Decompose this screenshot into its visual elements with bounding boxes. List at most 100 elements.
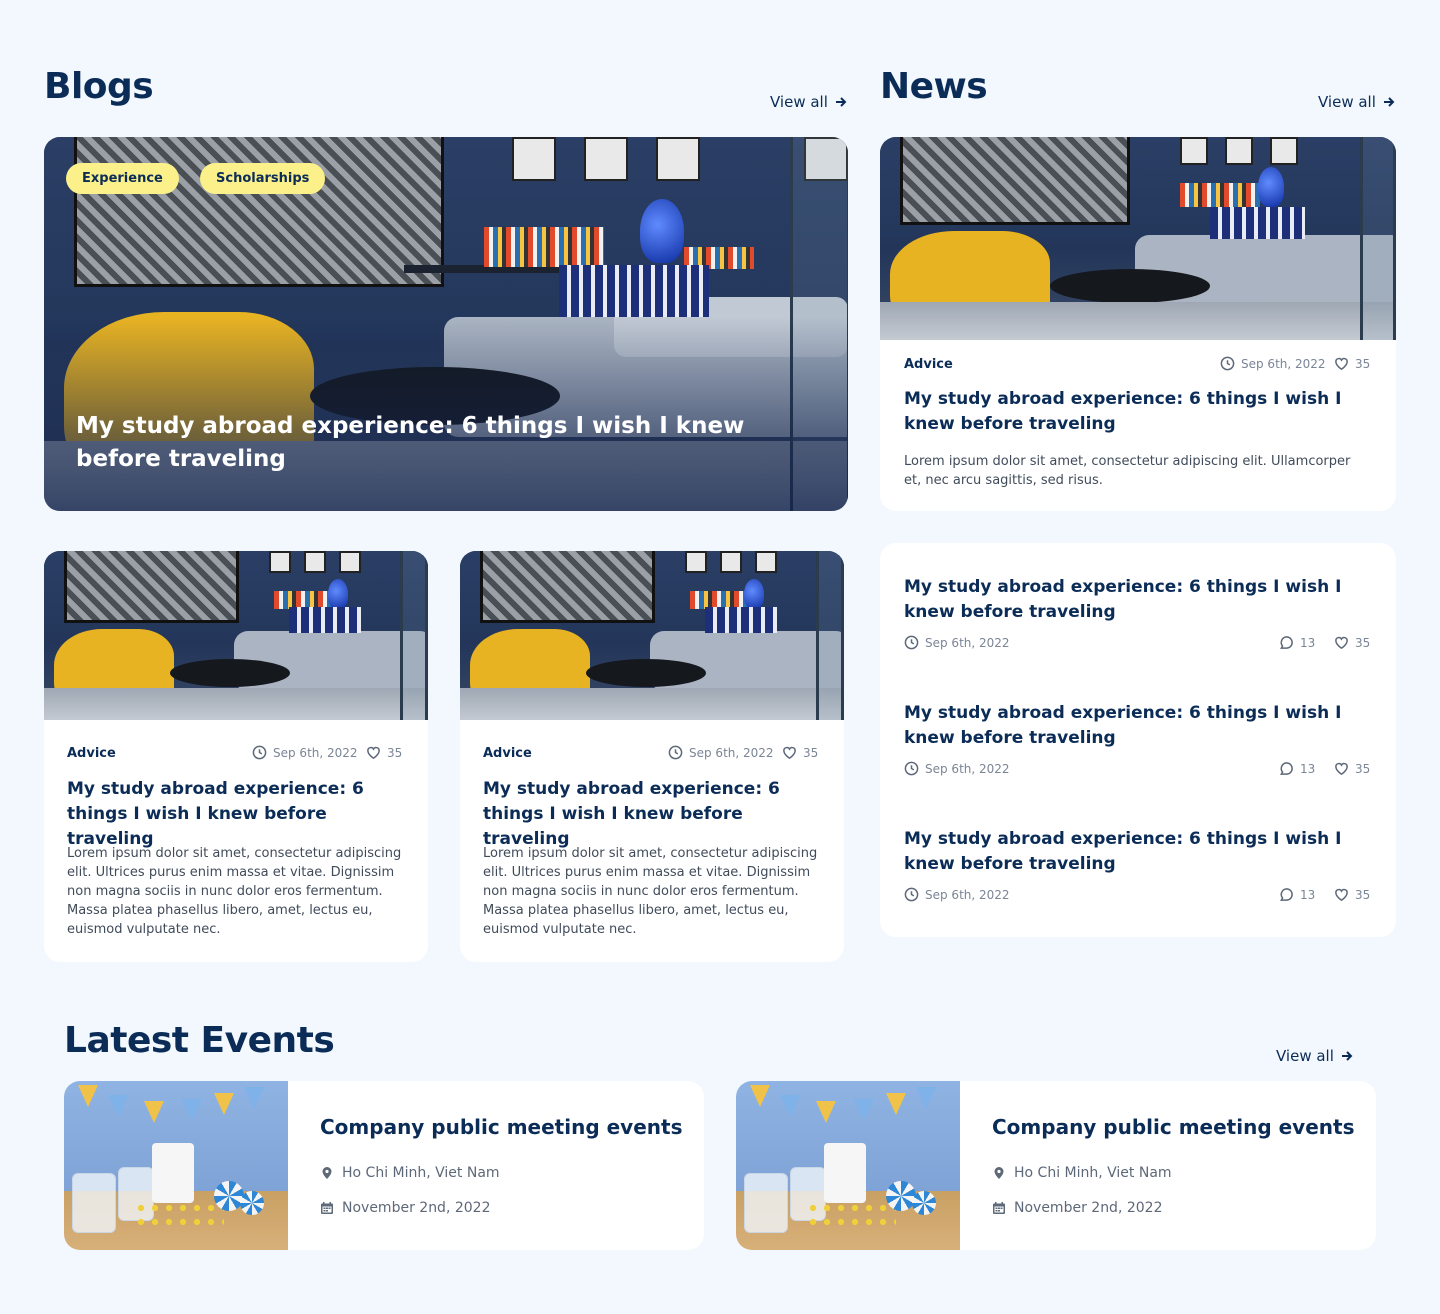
blog-card-category[interactable]: Advice — [483, 746, 532, 761]
likes-count: 35 — [1355, 761, 1371, 776]
date-text: Sep 6th, 2022 — [925, 761, 1010, 776]
tag-experience[interactable]: Experience — [66, 163, 179, 194]
news-list-item[interactable]: My study abroad experience: 6 things I w… — [904, 575, 1374, 650]
date-text: Sep 6th, 2022 — [273, 745, 358, 760]
comment-icon — [1280, 762, 1293, 775]
arrow-right-icon — [1341, 1051, 1353, 1061]
likes-count: 35 — [1355, 635, 1371, 650]
date-text: Sep 6th, 2022 — [925, 887, 1010, 902]
news-featured-card[interactable]: Advice Sep 6th, 2022 35 My study abroad … — [880, 137, 1396, 511]
blogs-title: Blogs — [44, 66, 154, 107]
comments-count: 13 — [1300, 635, 1316, 650]
blog-card-title[interactable]: My study abroad experience: 6 things I w… — [483, 777, 828, 852]
arrow-right-icon — [1383, 97, 1395, 107]
news-featured-date: Sep 6th, 2022 — [1220, 356, 1326, 371]
events-view-all-link[interactable]: View all — [1276, 1047, 1354, 1065]
news-item-title[interactable]: My study abroad experience: 6 things I w… — [904, 827, 1374, 877]
news-item-date: Sep 6th, 2022 — [904, 761, 1010, 776]
map-pin-icon — [994, 1167, 1004, 1179]
comments-count: 13 — [1300, 761, 1316, 776]
event-card[interactable]: Company public meeting events Ho Chi Min… — [736, 1081, 1376, 1250]
event-image — [736, 1081, 960, 1250]
tag-scholarships[interactable]: Scholarships — [200, 163, 326, 194]
likes-count: 35 — [1355, 887, 1371, 902]
news-list-card: My study abroad experience: 6 things I w… — [880, 543, 1396, 937]
heart-icon — [1335, 636, 1348, 649]
arrow-right-icon — [835, 97, 847, 107]
likes-count: 35 — [803, 745, 819, 760]
clock-icon — [904, 635, 919, 650]
heart-icon — [1335, 762, 1348, 775]
blog-card-category[interactable]: Advice — [67, 746, 116, 761]
blogs-view-all-link[interactable]: View all — [770, 93, 848, 111]
news-item-comments[interactable]: 13 — [1279, 761, 1315, 776]
blog-card-image — [460, 551, 844, 720]
news-featured-excerpt: Lorem ipsum dolor sit amet, consectetur … — [904, 454, 1351, 488]
heart-icon — [1335, 888, 1348, 901]
date-text: Sep 6th, 2022 — [925, 635, 1010, 650]
event-location: Ho Chi Minh, Viet Nam — [320, 1165, 500, 1181]
news-featured-category[interactable]: Advice — [904, 357, 953, 372]
clock-icon — [904, 761, 919, 776]
news-item-comments[interactable]: 13 — [1279, 887, 1315, 902]
comment-icon — [1280, 888, 1293, 901]
events-title: Latest Events — [64, 1020, 335, 1061]
calendar-icon — [993, 1202, 1005, 1214]
blog-card-excerpt: Lorem ipsum dolor sit amet, consectetur … — [483, 846, 818, 937]
news-item-likes[interactable]: 35 — [1334, 761, 1370, 776]
news-item-title[interactable]: My study abroad experience: 6 things I w… — [904, 701, 1374, 751]
location-text: Ho Chi Minh, Viet Nam — [1014, 1165, 1172, 1181]
calendar-icon — [321, 1202, 333, 1214]
blog-card[interactable]: Advice Sep 6th, 2022 35 My study abroad … — [44, 551, 428, 962]
comment-icon — [1280, 636, 1293, 649]
event-date: November 2nd, 2022 — [320, 1200, 490, 1216]
news-featured-likes[interactable]: 35 — [1334, 356, 1370, 371]
view-all-label: View all — [1276, 1047, 1334, 1065]
news-view-all-link[interactable]: View all — [1318, 93, 1396, 111]
event-title[interactable]: Company public meeting events — [320, 1115, 682, 1139]
location-text: Ho Chi Minh, Viet Nam — [342, 1165, 500, 1181]
news-item-comments[interactable]: 13 — [1279, 635, 1315, 650]
blog-card-date: Sep 6th, 2022 — [252, 745, 358, 760]
news-title: News — [880, 66, 988, 107]
news-featured-title[interactable]: My study abroad experience: 6 things I w… — [904, 387, 1374, 437]
date-text: November 2nd, 2022 — [1014, 1200, 1163, 1216]
view-all-label: View all — [1318, 93, 1376, 111]
clock-icon — [668, 745, 683, 760]
news-item-date: Sep 6th, 2022 — [904, 635, 1010, 650]
clock-icon — [1220, 356, 1235, 371]
featured-blog-title[interactable]: My study abroad experience: 6 things I w… — [76, 410, 816, 476]
date-text: Sep 6th, 2022 — [1241, 356, 1326, 371]
clock-icon — [904, 887, 919, 902]
news-featured-image — [880, 137, 1396, 340]
blog-card-likes[interactable]: 35 — [782, 745, 818, 760]
news-item-likes[interactable]: 35 — [1334, 887, 1370, 902]
event-card[interactable]: Company public meeting events Ho Chi Min… — [64, 1081, 704, 1250]
blog-card-likes[interactable]: 35 — [366, 745, 402, 760]
featured-blog-card[interactable]: Experience Scholarships My study abroad … — [44, 137, 848, 511]
event-title[interactable]: Company public meeting events — [992, 1115, 1354, 1139]
comments-count: 13 — [1300, 887, 1316, 902]
event-image — [64, 1081, 288, 1250]
news-item-likes[interactable]: 35 — [1334, 635, 1370, 650]
news-item-title[interactable]: My study abroad experience: 6 things I w… — [904, 575, 1374, 625]
view-all-label: View all — [770, 93, 828, 111]
news-list-item[interactable]: My study abroad experience: 6 things I w… — [904, 827, 1374, 902]
clock-icon — [252, 745, 267, 760]
news-list-item[interactable]: My study abroad experience: 6 things I w… — [904, 701, 1374, 776]
event-date: November 2nd, 2022 — [992, 1200, 1162, 1216]
heart-icon — [367, 746, 380, 759]
blog-card-excerpt: Lorem ipsum dolor sit amet, consectetur … — [67, 846, 402, 937]
heart-icon — [1335, 357, 1348, 370]
news-item-date: Sep 6th, 2022 — [904, 887, 1010, 902]
likes-count: 35 — [387, 745, 403, 760]
date-text: November 2nd, 2022 — [342, 1200, 491, 1216]
event-location: Ho Chi Minh, Viet Nam — [992, 1165, 1172, 1181]
blog-card[interactable]: Advice Sep 6th, 2022 35 My study abroad … — [460, 551, 844, 962]
map-pin-icon — [322, 1167, 332, 1179]
heart-icon — [783, 746, 796, 759]
date-text: Sep 6th, 2022 — [689, 745, 774, 760]
blog-card-title[interactable]: My study abroad experience: 6 things I w… — [67, 777, 412, 852]
blog-card-date: Sep 6th, 2022 — [668, 745, 774, 760]
blog-card-image — [44, 551, 428, 720]
